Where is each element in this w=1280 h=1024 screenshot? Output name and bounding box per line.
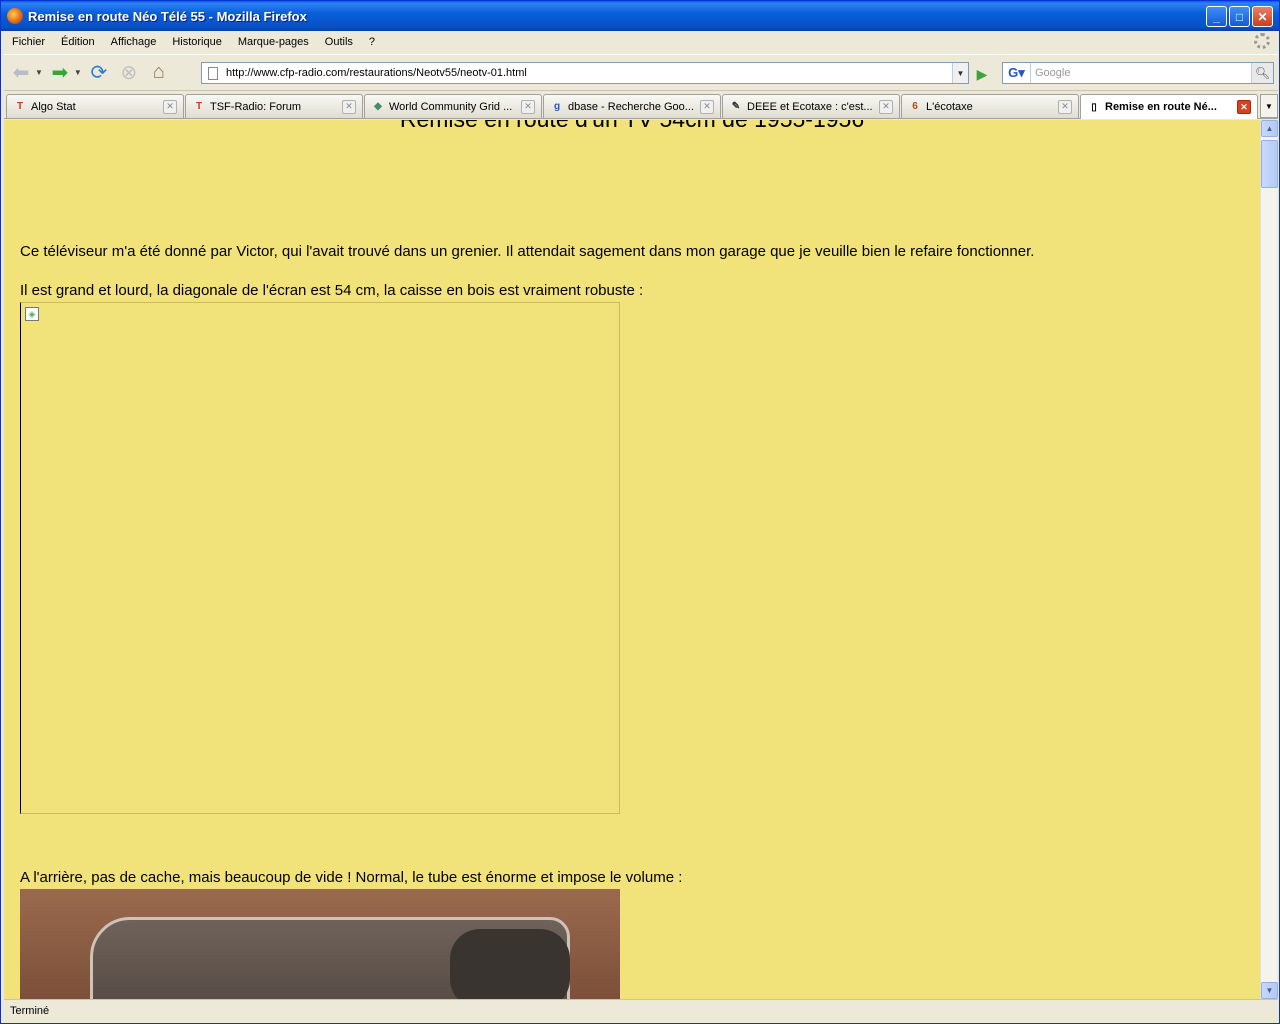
search-input[interactable]: Google [1035, 67, 1251, 79]
tab-label: World Community Grid ... [389, 100, 513, 113]
site-icon: 6 [912, 101, 918, 112]
paragraph-description: Il est grand et lourd, la diagonale de l… [20, 282, 644, 299]
scroll-up-button[interactable]: ▲ [1261, 120, 1278, 137]
arrow-right-icon: ➡ [51, 62, 69, 84]
tab-label: dbase - Recherche Goo... [568, 100, 694, 113]
tab-label: L'écotaxe [926, 100, 973, 113]
page-heading: Remise en route d'un TV 54cm de 1955-195… [4, 120, 1260, 133]
minimize-button[interactable]: _ [1206, 6, 1227, 27]
tab-tsf-radio-forum[interactable]: T TSF-Radio: Forum ✕ [185, 94, 363, 118]
page-content: Remise en route d'un TV 54cm de 1955-195… [4, 120, 1260, 999]
tv-rear-photo [20, 889, 620, 999]
broken-image: ◈ [20, 302, 620, 814]
back-button[interactable]: ⬅ [8, 60, 34, 86]
url-bar[interactable]: http://www.cfp-radio.com/restaurations/N… [201, 62, 969, 84]
play-icon: ▶ [976, 65, 988, 82]
site-icon: ✎ [731, 101, 741, 112]
url-text[interactable]: http://www.cfp-radio.com/restaurations/N… [226, 67, 952, 79]
status-bar: Terminé [4, 999, 1278, 1021]
scroll-down-button[interactable]: ▼ [1261, 982, 1278, 999]
paragraph-rear: A l'arrière, pas de cache, mais beaucoup… [20, 869, 683, 886]
browser-window: Remise en route Néo Télé 55 - Mozilla Fi… [0, 0, 1280, 1024]
window-controls: _ □ ✕ [1206, 6, 1273, 27]
scroll-thumb[interactable] [1261, 140, 1278, 188]
menu-affichage[interactable]: Affichage [103, 36, 165, 48]
back-history-dropdown[interactable]: ▼ [35, 68, 43, 77]
tab-label: Algo Stat [31, 100, 76, 113]
stop-button[interactable]: ⊗ [116, 60, 142, 86]
forward-button[interactable]: ➡ [47, 60, 73, 86]
tab-algo-stat[interactable]: T Algo Stat ✕ [6, 94, 184, 118]
search-box[interactable]: G▾ Google 🔍︎ [1002, 62, 1274, 84]
throbber-icon [1254, 33, 1270, 49]
google-icon[interactable]: G▾ [1003, 63, 1031, 83]
tsf-icon: T [195, 101, 203, 112]
menu-edition[interactable]: Édition [53, 36, 103, 48]
window-title: Remise en route Néo Télé 55 - Mozilla Fi… [28, 8, 307, 24]
menu-fichier[interactable]: Fichier [4, 36, 53, 48]
title-bar: Remise en route Néo Télé 55 - Mozilla Fi… [1, 1, 1279, 31]
menu-aide[interactable]: ? [361, 36, 383, 48]
broken-image-icon: ◈ [25, 307, 39, 321]
firefox-icon [7, 8, 23, 24]
maximize-button[interactable]: □ [1229, 6, 1250, 27]
wcg-icon: ◆ [374, 101, 382, 112]
menu-historique[interactable]: Historique [164, 36, 230, 48]
home-button[interactable]: ⌂ [146, 60, 172, 86]
tab-close-icon[interactable]: ✕ [521, 99, 535, 114]
tsf-icon: T [16, 101, 24, 112]
tab-strip: T Algo Stat ✕ T TSF-Radio: Forum ✕ ◆ Wor… [4, 92, 1278, 119]
tab-deee-ecotaxe[interactable]: ✎ DEEE et Ecotaxe : c'est... ✕ [722, 94, 900, 118]
reload-button[interactable]: ⟳ [86, 60, 112, 86]
magnifier-icon: 🔍︎ [1254, 66, 1271, 80]
tab-remise-en-route[interactable]: ▯ Remise en route Né... ✕ [1080, 94, 1258, 119]
paragraph-intro: Ce téléviseur m'a été donné par Victor, … [20, 243, 1035, 260]
page-icon [208, 66, 218, 80]
go-button[interactable]: ▶ [972, 64, 992, 84]
stop-icon: ⊗ [120, 62, 138, 84]
menu-marque-pages[interactable]: Marque-pages [230, 36, 317, 48]
tab-close-icon[interactable]: ✕ [342, 99, 356, 114]
tab-label: TSF-Radio: Forum [210, 100, 302, 113]
photo-dark-area [450, 929, 570, 999]
tab-label: DEEE et Ecotaxe : c'est... [747, 100, 873, 113]
tab-close-icon[interactable]: ✕ [879, 99, 893, 114]
tab-close-icon[interactable]: ✕ [700, 99, 714, 114]
page-icon: ▯ [1091, 101, 1097, 113]
tab-close-icon[interactable]: ✕ [1058, 99, 1072, 114]
reload-icon: ⟳ [90, 62, 108, 84]
tab-world-community-grid[interactable]: ◆ World Community Grid ... ✕ [364, 94, 542, 118]
close-button[interactable]: ✕ [1252, 6, 1273, 27]
menu-outils[interactable]: Outils [317, 36, 361, 48]
tab-lecotaxe[interactable]: 6 L'écotaxe ✕ [901, 94, 1079, 118]
tab-close-icon[interactable]: ✕ [163, 99, 177, 114]
tab-close-icon[interactable]: ✕ [1237, 100, 1251, 114]
home-icon: ⌂ [152, 61, 165, 83]
navigation-toolbar: ⬅ ▼ ➡ ▼ ⟳ ⊗ ⌂ http://www.cfp-radio.com/r… [4, 54, 1278, 91]
tab-list-button[interactable]: ▼ [1260, 94, 1278, 118]
google-icon: g [553, 101, 561, 112]
menu-bar: Fichier Édition Affichage Historique Mar… [4, 31, 1278, 53]
forward-history-dropdown[interactable]: ▼ [74, 68, 82, 77]
tab-dbase-recherche[interactable]: g dbase - Recherche Goo... ✕ [543, 94, 721, 118]
status-text: Terminé [10, 1004, 50, 1017]
vertical-scrollbar[interactable]: ▲ ▼ [1260, 120, 1278, 999]
arrow-left-icon: ⬅ [12, 62, 30, 84]
url-history-dropdown[interactable]: ▼ [952, 63, 968, 83]
search-button[interactable]: 🔍︎ [1251, 63, 1273, 83]
tab-label: Remise en route Né... [1105, 101, 1217, 113]
